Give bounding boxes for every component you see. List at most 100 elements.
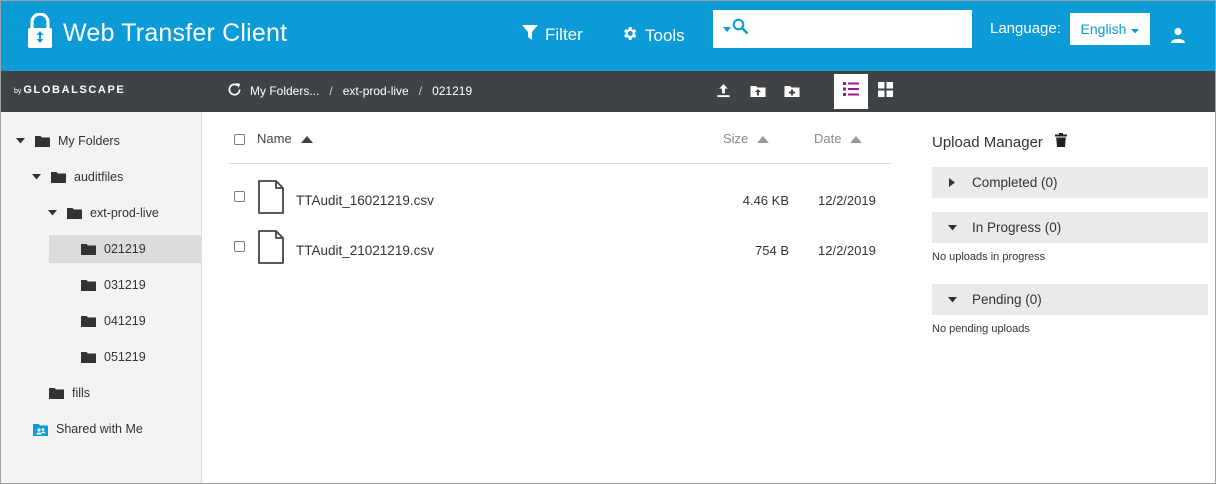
language-value: English (1080, 21, 1127, 37)
app-window: Web Transfer Client Filter Tools Languag… (0, 0, 1216, 484)
tree-item-label: 051219 (104, 350, 146, 364)
caret-down-icon (723, 20, 731, 38)
row-checkbox[interactable] (234, 241, 245, 252)
tree-item-021219[interactable]: 021219 (49, 235, 201, 263)
tools-label: Tools (645, 26, 685, 45)
column-name[interactable]: Name (257, 131, 313, 146)
column-size-label: Size (723, 131, 749, 146)
tree-item-label: 021219 (104, 242, 146, 256)
breadcrumb-ext-prod-live[interactable]: ext-prod-live (343, 84, 409, 98)
funnel-icon (522, 25, 538, 45)
folder-icon (81, 351, 96, 363)
breadcrumb: My Folders... / ext-prod-live / 021219 (227, 82, 472, 100)
tree-item-label: 031219 (104, 278, 146, 292)
panel-in-progress-label: In Progress (0) (972, 220, 1062, 235)
caret-down-icon (1131, 21, 1140, 37)
file-list-header: Name Size Date (229, 112, 891, 164)
tree-item-ext-prod-live[interactable]: ext-prod-live (1, 199, 201, 227)
brand-text: GLOBALSCAPE (23, 84, 126, 96)
language-label: Language: (990, 20, 1061, 37)
sort-asc-icon (850, 131, 863, 146)
table-row[interactable]: TTAudit_21021219.csv 754 B 12/2/2019 (229, 229, 891, 273)
padlock-icon (27, 12, 53, 54)
file-icon (257, 180, 285, 219)
panel-completed[interactable]: Completed (0) (932, 167, 1208, 198)
search-scope-toggle[interactable] (723, 18, 749, 39)
top-header: Web Transfer Client Filter Tools Languag… (1, 1, 1215, 71)
list-view-button[interactable] (834, 74, 868, 109)
file-name[interactable]: TTAudit_21021219.csv (296, 243, 434, 258)
panel-pending[interactable]: Pending (0) (932, 284, 1208, 315)
breadcrumb-separator: / (418, 84, 423, 98)
folder-icon (81, 315, 96, 327)
list-view-icon (843, 82, 859, 101)
panel-completed-label: Completed (0) (972, 175, 1058, 190)
caret-down-icon[interactable] (15, 138, 25, 144)
brand: Web Transfer Client (27, 12, 288, 54)
upload-manager-title-text: Upload Manager (932, 133, 1043, 151)
table-row[interactable]: TTAudit_16021219.csv 4.46 KB 12/2/2019 (229, 179, 891, 223)
column-size[interactable]: Size (723, 131, 770, 146)
caret-down-icon (932, 224, 972, 231)
language-select[interactable]: English (1070, 13, 1150, 45)
user-icon[interactable] (1170, 27, 1186, 48)
tree-item-label: auditfiles (74, 170, 124, 184)
tree-item-041219[interactable]: 041219 (1, 307, 201, 335)
tree-item-label: 041219 (104, 314, 146, 328)
tree-item-label: fills (72, 386, 91, 400)
tree-item-my-folders[interactable]: My Folders (1, 127, 201, 155)
folder-icon (51, 171, 66, 183)
sort-asc-icon (757, 131, 770, 146)
caret-down-icon[interactable] (47, 210, 57, 216)
folder-icon (81, 243, 96, 255)
panel-pending-label: Pending (0) (972, 292, 1042, 307)
filter-label: Filter (545, 25, 583, 44)
tree-item-051219[interactable]: 051219 (1, 343, 201, 371)
search-icon (732, 18, 749, 39)
column-name-label: Name (257, 131, 292, 146)
file-size: 4.46 KB (742, 193, 789, 208)
toolbar: by GLOBALSCAPE My Folders... / ext-prod-… (1, 71, 1215, 112)
file-icon (257, 230, 285, 269)
upload-icon[interactable] (716, 83, 731, 103)
caret-down-icon[interactable] (31, 174, 41, 180)
breadcrumb-current: 021219 (432, 84, 473, 98)
sort-asc-icon (300, 131, 313, 146)
globalscape-logo: by GLOBALSCAPE (14, 84, 125, 96)
folder-icon (35, 135, 50, 147)
search-box (713, 10, 972, 48)
tree-item-fills[interactable]: fills (1, 379, 201, 407)
file-name[interactable]: TTAudit_16021219.csv (296, 193, 434, 208)
caret-right-icon (932, 178, 972, 187)
row-checkbox[interactable] (234, 191, 245, 202)
column-date[interactable]: Date (814, 131, 863, 146)
upload-manager-title: Upload Manager (932, 133, 1067, 151)
grid-view-button[interactable] (868, 74, 902, 109)
tree-item-label: Shared with Me (56, 422, 143, 436)
folder-icon (49, 387, 64, 399)
gear-icon (621, 25, 638, 47)
folder-icon (81, 279, 96, 291)
tree-item-031219[interactable]: 031219 (1, 271, 201, 299)
panel-in-progress[interactable]: In Progress (0) (932, 212, 1208, 243)
trash-icon[interactable] (1054, 133, 1067, 151)
pending-empty-text: No pending uploads (932, 323, 1030, 335)
tools-button[interactable]: Tools (621, 25, 685, 47)
in-progress-empty-text: No uploads in progress (932, 251, 1046, 263)
tree-item-shared-with-me[interactable]: Shared with Me (1, 415, 201, 443)
file-size: 754 B (755, 243, 789, 258)
file-date: 12/2/2019 (818, 243, 876, 258)
app-title: Web Transfer Client (63, 19, 288, 47)
folder-add-icon[interactable] (784, 83, 800, 103)
tree-item-label: My Folders (58, 134, 120, 148)
select-all-checkbox[interactable] (234, 134, 245, 145)
grid-view-icon (877, 81, 893, 102)
search-input[interactable] (757, 16, 962, 42)
folder-icon (67, 207, 82, 219)
tree-item-auditfiles[interactable]: auditfiles (1, 163, 201, 191)
refresh-icon[interactable] (227, 82, 242, 100)
folder-upload-icon[interactable] (750, 83, 766, 103)
filter-button[interactable]: Filter (522, 25, 583, 45)
by-text: by (14, 88, 22, 95)
breadcrumb-my-folders[interactable]: My Folders... (250, 84, 319, 98)
